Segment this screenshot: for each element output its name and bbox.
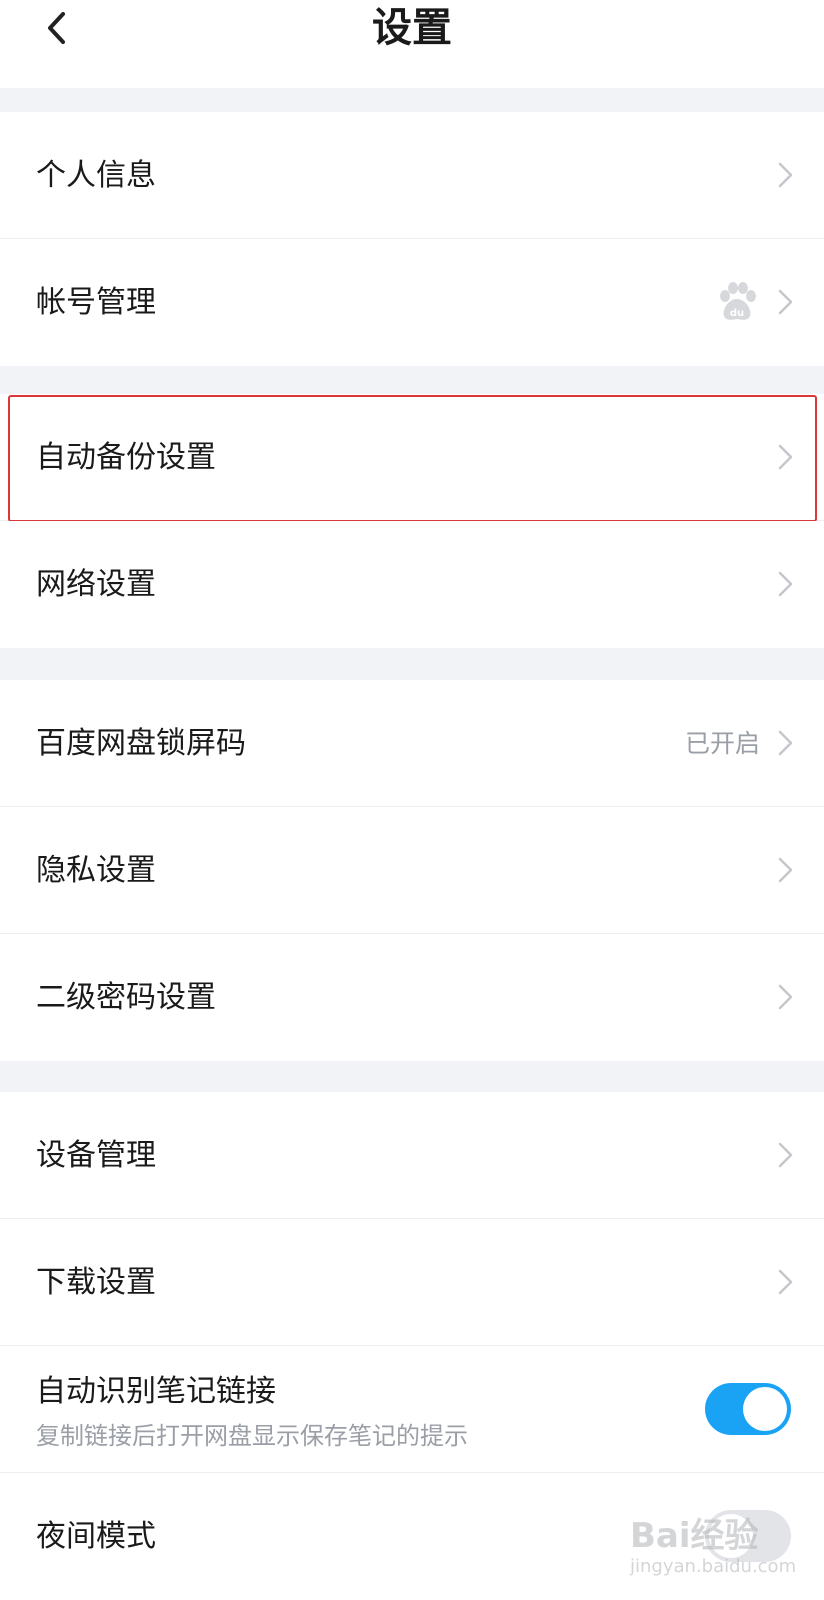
item-description: 复制链接后打开网盘显示保存笔记的提示: [36, 1422, 468, 1450]
item-label: 二级密码设置: [36, 980, 216, 1015]
item-label: 帐号管理: [36, 285, 156, 320]
settings-item-auto-detect-note-links: 自动识别笔记链接 复制链接后打开网盘显示保存笔记的提示: [0, 1346, 824, 1473]
toggle-knob: [743, 1387, 787, 1431]
section-gap: [0, 1061, 824, 1092]
settings-item-account-management[interactable]: 帐号管理 du: [0, 239, 824, 366]
baidu-paw-icon: du: [716, 282, 758, 322]
item-label: 夜间模式: [36, 1519, 156, 1554]
settings-item-personal-info[interactable]: 个人信息: [0, 112, 824, 239]
chevron-right-icon: [777, 570, 795, 598]
settings-item-download[interactable]: 下载设置: [0, 1219, 824, 1346]
section-gap: [0, 648, 824, 680]
header: 设置: [0, 0, 824, 88]
item-label: 百度网盘锁屏码: [36, 726, 246, 761]
item-label: 个人信息: [36, 158, 156, 193]
chevron-right-icon: [777, 161, 795, 189]
baidu-jingyan-watermark: Bai经验 jingyan.baidu.com: [630, 1508, 800, 1588]
settings-item-lock-screen-code[interactable]: 百度网盘锁屏码 已开启: [0, 680, 824, 807]
chevron-right-icon: [777, 983, 795, 1011]
settings-item-network[interactable]: 网络设置: [0, 521, 824, 648]
page-title: 设置: [372, 5, 452, 51]
status-value: 已开启: [684, 729, 760, 758]
item-label: 网络设置: [36, 567, 156, 602]
svg-text:du: du: [730, 308, 744, 319]
settings-item-secondary-password[interactable]: 二级密码设置: [0, 934, 824, 1061]
chevron-right-icon: [777, 1268, 795, 1296]
item-label: 设备管理: [36, 1138, 156, 1173]
item-label: 隐私设置: [36, 853, 156, 888]
auto-detect-note-links-toggle[interactable]: [705, 1383, 791, 1435]
section-gap: [0, 366, 824, 394]
settings-item-privacy[interactable]: 隐私设置: [0, 807, 824, 934]
chevron-right-icon: [777, 729, 795, 757]
item-label: 下载设置: [36, 1265, 156, 1300]
item-label: 自动识别笔记链接: [36, 1374, 276, 1409]
highlight-box: [8, 395, 817, 522]
chevron-right-icon: [777, 856, 795, 884]
settings-item-device-management[interactable]: 设备管理: [0, 1092, 824, 1219]
watermark-site: jingyan.baidu.com: [630, 1556, 797, 1577]
chevron-right-icon: [777, 288, 795, 316]
chevron-right-icon: [777, 1141, 795, 1169]
watermark-brand: Bai经验: [630, 1516, 759, 1556]
section-gap: [0, 88, 824, 112]
